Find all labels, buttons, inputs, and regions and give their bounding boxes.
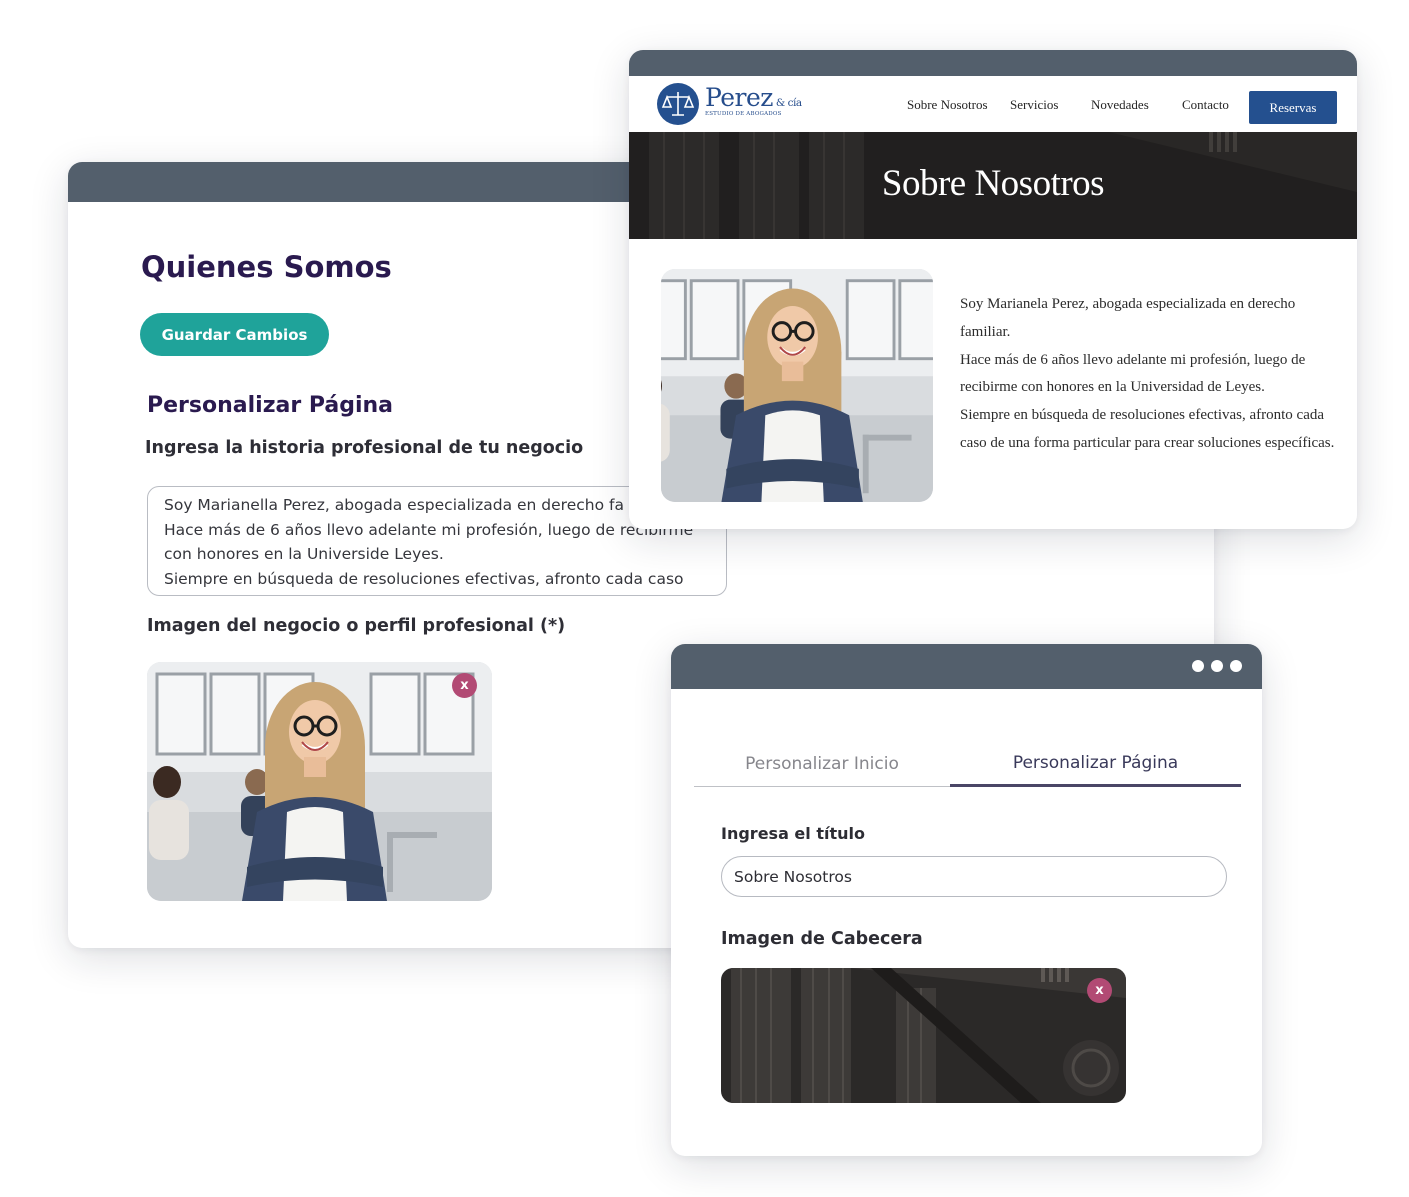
- nav-contacto[interactable]: Contacto: [1182, 97, 1229, 113]
- tab-bar: Personalizar Inicio Personalizar Página: [694, 741, 1241, 787]
- title-label: Ingresa el título: [721, 824, 865, 843]
- settings-panel: Personalizar Inicio Personalizar Página …: [671, 644, 1262, 1156]
- more-options-icon[interactable]: [1192, 660, 1242, 672]
- hero-banner: Sobre Nosotros: [629, 132, 1357, 239]
- story-line: con honores en la Universide Leyes.: [164, 545, 444, 563]
- story-label: Ingresa la historia profesional de tu ne…: [145, 438, 584, 458]
- nav-sobre-nosotros[interactable]: Sobre Nosotros: [907, 97, 988, 113]
- story-line: Siempre en búsqueda de resoluciones efec…: [164, 569, 684, 588]
- header-image: x: [721, 968, 1126, 1103]
- hero-title: Sobre Nosotros: [881, 163, 1105, 204]
- bio-paragraph: Soy Marianela Perez, abogada especializa…: [960, 296, 1296, 340]
- bio-paragraph: Hace más de 6 años llevo adelante mi pro…: [960, 351, 1306, 396]
- title-input[interactable]: [721, 856, 1227, 897]
- story-line: Hace más de 6 años llevo adelante mi pro…: [164, 520, 694, 539]
- page-title: Quienes Somos: [141, 250, 392, 284]
- brand-name[interactable]: Perez & cía: [705, 83, 802, 112]
- brand-suffix: & cía: [775, 97, 802, 109]
- window-titlebar: [629, 50, 1357, 76]
- tab-personalizar-pagina[interactable]: Personalizar Página: [950, 741, 1241, 787]
- remove-header-image-button[interactable]: x: [1087, 978, 1112, 1003]
- header-image-label: Imagen de Cabecera: [721, 929, 923, 949]
- site-navbar: Perez & cía ESTUDIO DE ABOGADOS Sobre Nos…: [629, 76, 1357, 132]
- reservas-button[interactable]: Reservas: [1249, 91, 1337, 124]
- bio-paragraph: Siempre en búsqueda de resoluciones efec…: [960, 407, 1335, 451]
- site-profile-photo: [661, 269, 933, 502]
- image-label: Imagen del negocio o perfil profesional …: [147, 616, 566, 636]
- nav-novedades[interactable]: Novedades: [1091, 97, 1149, 113]
- tab-personalizar-inicio[interactable]: Personalizar Inicio: [694, 741, 950, 786]
- remove-image-button[interactable]: x: [452, 673, 477, 698]
- profile-image: x: [147, 662, 492, 901]
- scales-logo-icon: [657, 83, 699, 125]
- site-bio: Soy Marianela Perez, abogada especializa…: [960, 291, 1340, 458]
- website-preview: Perez & cía ESTUDIO DE ABOGADOS Sobre Nos…: [629, 50, 1357, 529]
- section-title: Personalizar Página: [147, 393, 394, 418]
- save-changes-button[interactable]: Guardar Cambios: [140, 313, 329, 356]
- nav-servicios[interactable]: Servicios: [1010, 97, 1058, 113]
- brand-tagline: ESTUDIO DE ABOGADOS: [705, 111, 782, 117]
- window-titlebar: [671, 644, 1262, 689]
- brand-title: Perez: [705, 83, 773, 112]
